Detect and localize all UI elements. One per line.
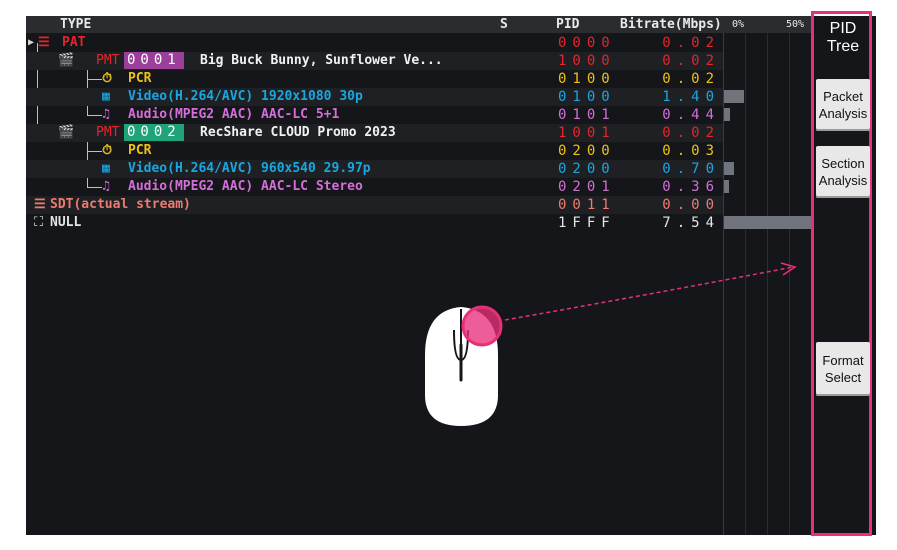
pid-tree-button[interactable]: PID Tree <box>816 18 870 58</box>
format-select-label-line2: Select <box>824 370 862 385</box>
mouse-icon <box>425 305 503 426</box>
pid-tree-label-line1: PID <box>829 20 857 37</box>
section-analysis-label-line2: Analysis <box>818 173 868 188</box>
packet-analysis-label-line1: Packet <box>823 89 863 104</box>
section-analysis-button[interactable]: Section Analysis <box>816 146 870 198</box>
pid-tree-label-line2: Tree <box>826 38 860 55</box>
click-highlight <box>461 305 503 347</box>
format-select-label-line1: Format <box>822 353 864 368</box>
dashed-arrow-line <box>504 266 794 321</box>
packet-analysis-label-line2: Analysis <box>818 106 868 121</box>
format-select-button[interactable]: Format Select <box>816 342 870 396</box>
click-hint-overlay <box>425 262 797 426</box>
packet-analysis-button[interactable]: Packet Analysis <box>816 79 870 131</box>
section-analysis-label-line1: Section <box>821 156 865 171</box>
